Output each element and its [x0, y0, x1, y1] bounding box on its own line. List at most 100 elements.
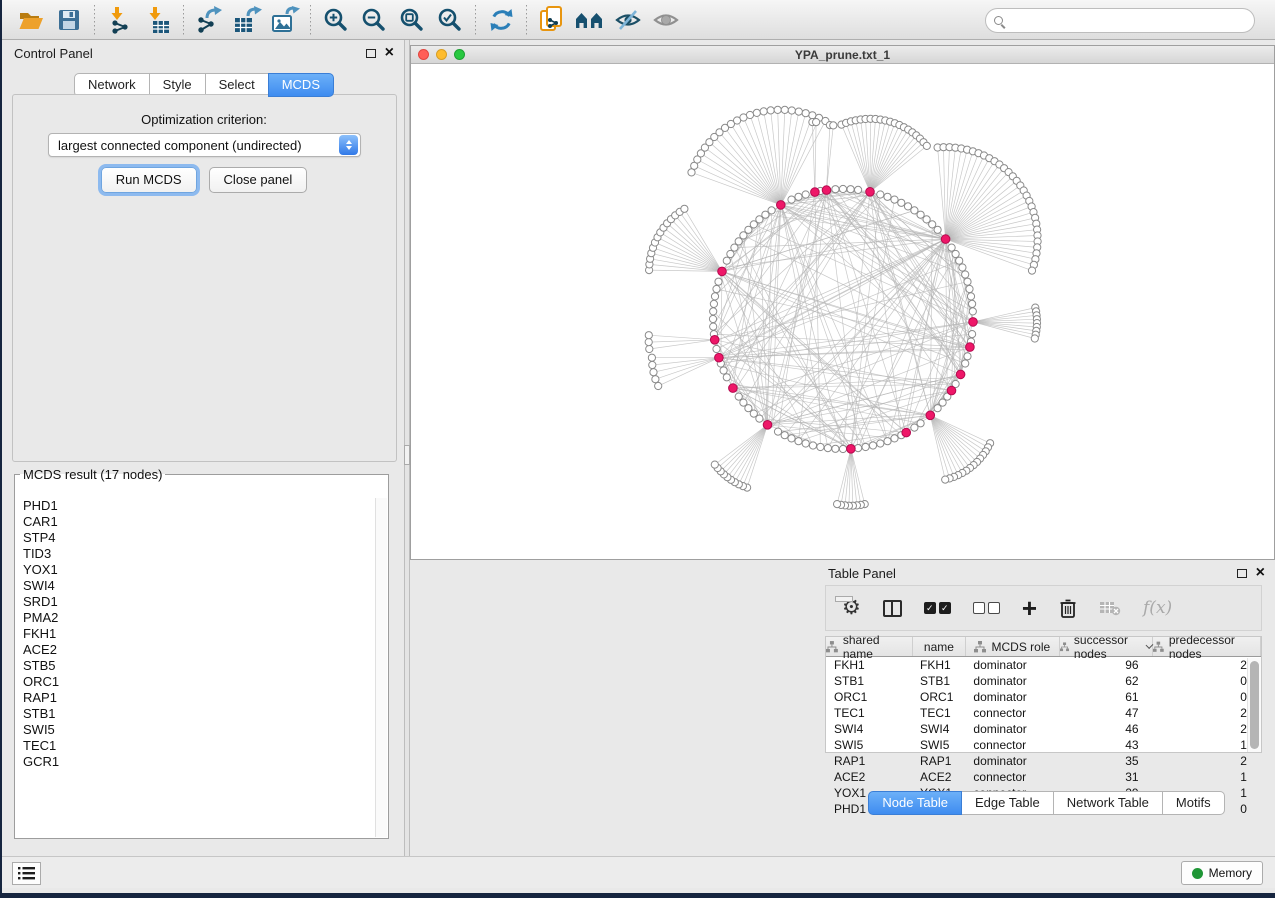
cell-predecessor_nodes[interactable]: 2 [1153, 721, 1261, 737]
import-table-icon[interactable] [139, 3, 177, 37]
table-row[interactable]: RAP1RAP1dominator352 [826, 753, 1261, 769]
cell-name[interactable]: RAP1 [912, 753, 965, 769]
network-node[interactable] [1031, 335, 1038, 342]
mcds-result-item[interactable]: SRD1 [16, 594, 375, 610]
network-node[interactable] [817, 443, 824, 450]
network-node[interactable] [681, 205, 688, 212]
mcds-result-item[interactable]: STP4 [16, 530, 375, 546]
close-panel-button[interactable]: Close panel [209, 167, 308, 193]
mcds-hub-node[interactable] [969, 318, 978, 327]
cell-mcds_role[interactable]: connector [965, 705, 1058, 721]
cell-shared_name[interactable]: SWI4 [826, 721, 912, 737]
network-node[interactable] [923, 142, 930, 149]
network-node[interactable] [942, 476, 949, 483]
mcds-result-item[interactable]: ORC1 [16, 674, 375, 690]
mcds-hub-node[interactable] [811, 188, 820, 197]
network-node[interactable] [962, 360, 969, 367]
mcds-result-item[interactable]: SWI4 [16, 578, 375, 594]
network-node[interactable] [904, 203, 911, 210]
column-layout-icon[interactable] [883, 600, 902, 617]
network-node[interactable] [649, 361, 656, 368]
network-node[interactable] [911, 424, 918, 431]
table-row[interactable]: ORC1ORC1dominator610 [826, 689, 1261, 705]
table-row[interactable]: SWI5SWI5connector431 [826, 737, 1261, 753]
network-node[interactable] [746, 111, 753, 118]
cell-name[interactable]: TEC1 [912, 705, 965, 721]
network-node[interactable] [795, 438, 802, 445]
column-header-successor_nodes[interactable]: successor nodes [1060, 637, 1153, 656]
zoom-out-icon[interactable] [355, 3, 393, 37]
network-node[interactable] [652, 376, 659, 383]
tab-network-table[interactable]: Network Table [1053, 791, 1163, 815]
cell-name[interactable]: STB1 [912, 673, 965, 689]
network-node[interactable] [802, 440, 809, 447]
cell-mcds_role[interactable]: dominator [965, 673, 1058, 689]
cell-predecessor_nodes[interactable]: 1 [1153, 737, 1261, 753]
float-panel-icon[interactable] [366, 49, 376, 58]
network-node[interactable] [956, 257, 963, 264]
network-node[interactable] [710, 323, 717, 330]
cell-shared_name[interactable]: ACE2 [826, 769, 912, 785]
network-node[interactable] [788, 196, 795, 203]
mcds-result-item[interactable]: STB5 [16, 658, 375, 674]
zoom-in-icon[interactable] [317, 3, 355, 37]
network-canvas[interactable] [411, 64, 1274, 559]
network-node[interactable] [711, 461, 718, 468]
mcds-result-item[interactable]: CAR1 [16, 514, 375, 530]
export-network-icon[interactable] [190, 3, 228, 37]
cell-successor_nodes[interactable]: 35 [1058, 753, 1152, 769]
cell-shared_name[interactable]: RAP1 [826, 753, 912, 769]
cell-shared_name[interactable]: ORC1 [826, 689, 912, 705]
network-node[interactable] [877, 440, 884, 447]
mcds-hub-node[interactable] [729, 384, 738, 393]
mcds-hub-node[interactable] [763, 421, 772, 430]
cell-name[interactable]: SWI4 [912, 721, 965, 737]
network-node[interactable] [711, 293, 718, 300]
network-node[interactable] [834, 501, 841, 508]
network-overview-icon[interactable] [571, 3, 609, 37]
network-node[interactable] [832, 186, 839, 193]
network-node[interactable] [788, 107, 795, 114]
tab-motifs[interactable]: Motifs [1162, 791, 1225, 815]
table-row[interactable]: TEC1TEC1connector472 [826, 705, 1261, 721]
network-node[interactable] [964, 353, 971, 360]
cell-shared_name[interactable]: FKH1 [826, 657, 912, 673]
cell-shared_name[interactable]: SWI5 [826, 737, 912, 753]
table-row[interactable]: FKH1FKH1dominator962 [826, 657, 1261, 673]
network-node[interactable] [735, 238, 742, 245]
network-node[interactable] [710, 308, 717, 315]
mcds-result-item[interactable]: YOX1 [16, 562, 375, 578]
cell-successor_nodes[interactable]: 96 [1058, 657, 1152, 673]
cell-successor_nodes[interactable]: 46 [1058, 721, 1152, 737]
network-node[interactable] [832, 445, 839, 452]
mcds-hub-node[interactable] [966, 343, 975, 352]
cell-mcds_role[interactable]: dominator [965, 689, 1058, 705]
network-node[interactable] [781, 106, 788, 113]
network-node[interactable] [969, 308, 976, 315]
network-node[interactable] [802, 191, 809, 198]
network-node[interactable] [809, 442, 816, 449]
network-node[interactable] [645, 339, 652, 346]
cell-successor_nodes[interactable]: 31 [1058, 769, 1152, 785]
network-node[interactable] [768, 207, 775, 214]
cell-successor_nodes[interactable]: 47 [1058, 705, 1152, 721]
network-node[interactable] [648, 354, 655, 361]
network-node[interactable] [802, 110, 809, 117]
network-node[interactable] [934, 405, 941, 412]
network-node[interactable] [655, 382, 662, 389]
network-node[interactable] [891, 435, 898, 442]
network-node[interactable] [795, 193, 802, 200]
column-header-predecessor_nodes[interactable]: predecessor nodes [1153, 637, 1261, 656]
network-node[interactable] [869, 442, 876, 449]
network-node[interactable] [839, 185, 846, 192]
mcds-hub-node[interactable] [718, 267, 727, 276]
import-network-icon[interactable] [101, 3, 139, 37]
network-node[interactable] [650, 369, 657, 376]
mcds-result-scrollbar[interactable] [375, 498, 387, 837]
mcds-hub-node[interactable] [902, 428, 911, 437]
optimization-criterion-select[interactable]: largest connected component (undirected) [48, 133, 361, 157]
network-node[interactable] [723, 257, 730, 264]
memory-button[interactable]: Memory [1181, 861, 1263, 885]
cell-predecessor_nodes[interactable]: 2 [1153, 705, 1261, 721]
cell-predecessor_nodes[interactable]: 2 [1153, 753, 1261, 769]
